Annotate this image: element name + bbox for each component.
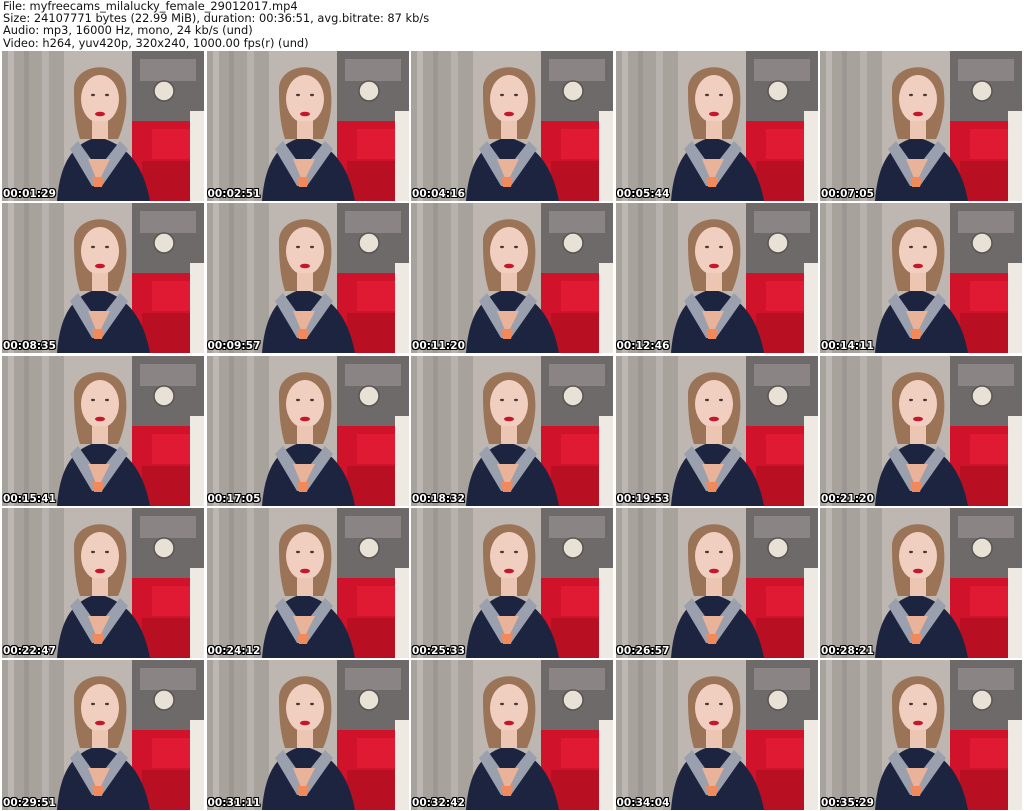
frame-image <box>820 355 1022 506</box>
thumbnail-timestamp: 00:21:20 <box>821 492 875 505</box>
video-thumbnail: 00:24:12 <box>206 507 409 658</box>
video-thumbnail: 00:18:32 <box>411 355 613 506</box>
frame-image <box>820 507 1022 658</box>
frame-image <box>411 355 613 506</box>
frame-image <box>615 355 818 506</box>
thumbnail-timestamp: 00:01:29 <box>3 188 57 200</box>
thumbnail-timestamp: 00:02:51 <box>207 188 261 200</box>
thumbnail-timestamp: 00:14:11 <box>821 340 875 353</box>
frame-image <box>411 203 613 354</box>
video-thumbnail: 00:04:16 <box>411 51 613 201</box>
thumbnail-grid: 00:01:29 00:02:51 00:04:16 00:05:44 00:0… <box>2 51 1022 810</box>
thumbnail-timestamp: 00:32:42 <box>412 797 466 809</box>
frame-image <box>820 203 1022 354</box>
frame-image <box>2 203 204 354</box>
thumbnail-timestamp: 00:12:46 <box>616 340 670 353</box>
video-thumbnail: 00:25:33 <box>411 507 613 658</box>
video-thumbnail: 00:15:41 <box>2 355 204 506</box>
thumbnail-timestamp: 00:34:04 <box>616 797 670 809</box>
thumbnail-timestamp: 00:08:35 <box>3 340 57 353</box>
video-thumbnail: 00:22:47 <box>2 507 204 658</box>
thumbnail-timestamp: 00:31:11 <box>207 797 261 809</box>
file-info-header: File: myfreecams_milalucky_female_290120… <box>3 0 1021 49</box>
thumbnail-timestamp: 00:18:32 <box>412 492 466 505</box>
frame-image <box>206 203 409 354</box>
video-thumbnail: 00:02:51 <box>206 51 409 201</box>
frame-image <box>615 203 818 354</box>
video-thumbnail: 00:26:57 <box>615 507 818 658</box>
frame-image <box>820 660 1022 810</box>
video-thumbnail: 00:05:44 <box>615 51 818 201</box>
video-thumbnail: 00:08:35 <box>2 203 204 354</box>
thumbnail-timestamp: 00:28:21 <box>821 644 875 657</box>
frame-image <box>820 51 1022 201</box>
video-thumbnail: 00:09:57 <box>206 203 409 354</box>
video-thumbnail: 00:32:42 <box>411 660 613 810</box>
thumbnail-timestamp: 00:05:44 <box>616 188 670 200</box>
frame-image <box>411 660 613 810</box>
frame-image <box>615 507 818 658</box>
thumbnail-timestamp: 00:07:05 <box>821 188 875 200</box>
thumbnail-timestamp: 00:19:53 <box>616 492 670 505</box>
thumbnail-timestamp: 00:22:47 <box>3 644 57 657</box>
thumbnail-timestamp: 00:11:20 <box>412 340 466 353</box>
thumbnail-timestamp: 00:35:29 <box>821 797 875 809</box>
video-thumbnail: 00:21:20 <box>820 355 1022 506</box>
frame-image <box>206 660 409 810</box>
video-thumbnail: 00:28:21 <box>820 507 1022 658</box>
frame-image <box>2 51 204 201</box>
frame-image <box>206 355 409 506</box>
video-thumbnail: 00:19:53 <box>615 355 818 506</box>
video-thumbnail: 00:11:20 <box>411 203 613 354</box>
thumbnail-timestamp: 00:24:12 <box>207 644 261 657</box>
frame-image <box>206 507 409 658</box>
video-thumbnail: 00:35:29 <box>820 660 1022 810</box>
thumbnail-timestamp: 00:25:33 <box>412 644 466 657</box>
video-thumbnail: 00:12:46 <box>615 203 818 354</box>
audio-info-line: Audio: mp3, 16000 Hz, mono, 24 kb/s (und… <box>3 23 253 38</box>
frame-image <box>411 51 613 201</box>
frame-image <box>2 507 204 658</box>
thumbnail-timestamp: 00:09:57 <box>207 340 261 353</box>
video-info-line: Video: h264, yuv420p, 320x240, 1000.00 f… <box>3 35 309 50</box>
frame-image <box>2 355 204 506</box>
video-thumbnail: 00:34:04 <box>615 660 818 810</box>
thumbnail-timestamp: 00:17:05 <box>207 492 261 505</box>
frame-image <box>411 507 613 658</box>
video-thumbnail: 00:31:11 <box>206 660 409 810</box>
video-thumbnail: 00:07:05 <box>820 51 1022 201</box>
thumbnail-timestamp: 00:15:41 <box>3 492 57 505</box>
frame-image <box>615 660 818 810</box>
frame-image <box>615 51 818 201</box>
video-thumbnail: 00:17:05 <box>206 355 409 506</box>
thumbnail-timestamp: 00:26:57 <box>616 644 670 657</box>
thumbnail-timestamp: 00:04:16 <box>412 188 466 200</box>
video-thumbnail: 00:14:11 <box>820 203 1022 354</box>
frame-image <box>2 660 204 810</box>
frame-image <box>206 51 409 201</box>
video-thumbnail: 00:29:51 <box>2 660 204 810</box>
thumbnail-timestamp: 00:29:51 <box>3 797 57 809</box>
video-thumbnail: 00:01:29 <box>2 51 204 201</box>
